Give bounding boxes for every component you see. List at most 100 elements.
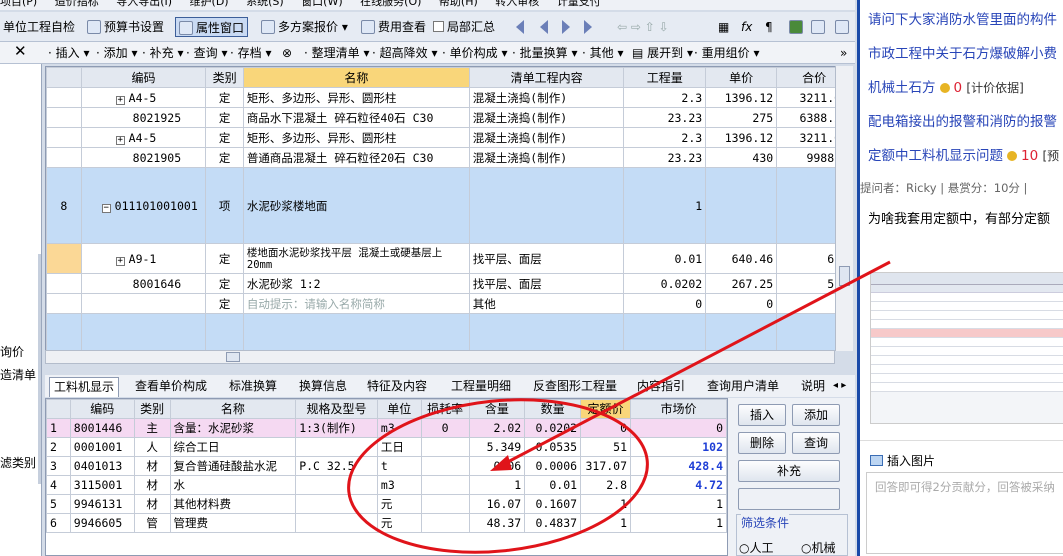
amount-cell[interactable]: 48.37	[468, 513, 526, 533]
resource-row[interactable]: 2 0001001 人综合工日 工日 5.349 0.0535 51 102	[46, 437, 727, 457]
price-cell[interactable]: 1396.12	[705, 87, 778, 108]
type-cell[interactable]: 项	[205, 167, 244, 244]
bill-row[interactable]: + A4-5 定矩形、多边形、异形、圆形柱 混凝土浇捣(制作) 2.3 1396.12 32…	[46, 127, 852, 148]
name-cell[interactable]: 矩形、多边形、异形、圆形柱	[242, 127, 470, 148]
qty-cell[interactable]: 0.01	[524, 475, 582, 495]
paragraph-icon[interactable]: ¶	[762, 17, 776, 37]
loss-cell[interactable]: 0	[420, 418, 470, 438]
menu-audit[interactable]: 转入审核	[495, 0, 539, 8]
loss-cell[interactable]	[420, 437, 470, 457]
spec-cell[interactable]: P.C 32.5	[295, 456, 378, 476]
prev-icon[interactable]	[540, 20, 548, 34]
supplement-button[interactable]: 补充	[738, 460, 840, 482]
qty-cell[interactable]: 0.01	[623, 243, 707, 274]
name-cell[interactable]: 水泥砂浆楼地面	[242, 167, 470, 244]
last-icon[interactable]	[584, 20, 592, 34]
unit-cell[interactable]: t	[376, 456, 422, 476]
question-link-2[interactable]: 市政工程中关于石方爆破解小费	[868, 42, 1057, 62]
unit-cell[interactable]: 工日	[376, 437, 422, 457]
col-spec[interactable]: 规格及型号	[295, 399, 378, 419]
col-code[interactable]: 编码	[69, 399, 135, 419]
menu-cost-index[interactable]: 造价指标	[55, 0, 99, 8]
question-link-5[interactable]: 定额中工料机显示问题	[868, 148, 1003, 164]
bill-vertical-scrollbar[interactable]	[835, 66, 853, 351]
qty-cell[interactable]: 0.0535	[524, 437, 582, 457]
code-cell[interactable]: + A4-5	[80, 127, 207, 148]
menu-payment[interactable]: 计量支付	[557, 0, 601, 8]
collapse-icon[interactable]: −	[101, 203, 111, 213]
qty-cell[interactable]: 2.3	[623, 127, 707, 148]
row-number[interactable]: 8	[46, 167, 82, 244]
col-loss-rate[interactable]: 损耗率	[420, 399, 470, 419]
batch-convert-menu[interactable]: · 批量换算 ▾	[512, 45, 578, 61]
qty-cell[interactable]: 2.3	[623, 87, 707, 108]
col-code[interactable]: 编码	[80, 67, 207, 88]
price-cell[interactable]: 275	[705, 107, 778, 128]
name-cell[interactable]: 含量：水泥砂浆	[169, 418, 297, 438]
answer-editor[interactable]: 回答即可得2分贡献分，回答被采纳	[866, 472, 1063, 554]
menu-online[interactable]: 在线服务(O)	[360, 0, 421, 8]
col-qty[interactable]: 工程量	[623, 67, 707, 88]
col-type[interactable]: 类别	[133, 399, 171, 419]
close-icon[interactable]: ✕	[14, 43, 27, 59]
tab-reverse-lookup[interactable]: 反查图形工程量	[529, 377, 621, 397]
col-price[interactable]: 单价	[705, 67, 778, 88]
bill-row[interactable]: + A4-5 定矩形、多边形、异形、圆形柱 混凝土浇捣(制作) 2.3 1396.12 32…	[46, 87, 852, 108]
qty-cell[interactable]: 0.0202	[524, 418, 582, 438]
delete-button[interactable]: 删除	[738, 432, 786, 454]
market-cell[interactable]: 0	[630, 418, 727, 438]
supplement-menu[interactable]: · 补充 ▾	[142, 45, 184, 61]
cube-icon[interactable]	[786, 17, 809, 37]
height-reduction-menu[interactable]: · 超高降效 ▾	[372, 45, 438, 61]
amount-cell[interactable]: 2.02	[468, 418, 526, 438]
next-icon[interactable]	[562, 20, 570, 34]
unit-cell[interactable]: m3	[376, 475, 422, 495]
tab-content-guide[interactable]: 内容指引	[633, 377, 689, 397]
content-cell[interactable]: 其他	[468, 293, 625, 314]
query-menu[interactable]: · 查询 ▾	[186, 45, 228, 61]
other-menu[interactable]: · 其他 ▾	[582, 45, 624, 61]
expand-icon[interactable]: +	[115, 256, 125, 266]
bill-row[interactable]: 8−011101001001 项水泥砂浆楼地面 1	[46, 167, 852, 244]
insert-menu[interactable]: · 插入 ▾	[48, 45, 90, 61]
code-cell[interactable]: 8001646	[80, 273, 207, 294]
tab-quantity-detail[interactable]: 工程量明细	[447, 377, 515, 397]
price-cell[interactable]: 640.46	[705, 243, 778, 274]
spec-cell[interactable]	[295, 437, 378, 457]
name-cell[interactable]: 水泥砂浆 1:2	[242, 273, 470, 294]
col-amount[interactable]: 含量	[468, 399, 526, 419]
resource-row[interactable]: 1 8001446 主含量：水泥砂浆 1:3(制作) m3 0 2.02 0.0202 0 0	[46, 418, 727, 438]
labor-radio[interactable]: ○人工	[739, 539, 774, 556]
bill-row[interactable]: + A9-1 定楼地面水泥砂浆找平层 混凝土或硬基层上 20mm 找平层、面层 0.01…	[46, 243, 852, 274]
name-cell[interactable]: 水	[169, 475, 297, 495]
price-cell[interactable]: 0	[580, 418, 632, 438]
menu-window[interactable]: 窗口(W)	[301, 0, 342, 8]
price-cell[interactable]: 267.25	[705, 273, 778, 294]
reuse-pricing-menu[interactable]: · 重用组价 ▾	[694, 45, 760, 61]
hscroll-thumb[interactable]	[226, 352, 240, 362]
content-cell[interactable]: 混凝土浇捣(制作)	[468, 147, 625, 168]
type-cell[interactable]: 定	[205, 87, 244, 108]
blank-button[interactable]	[738, 488, 840, 510]
price-cell[interactable]: 317.07	[580, 456, 632, 476]
self-check-button[interactable]: 单位工程自检	[0, 17, 78, 37]
organize-list-menu[interactable]: · 整理清单 ▾	[304, 45, 370, 61]
bill-row[interactable]: 定自动提示：请输入名称简称其他000	[46, 293, 852, 314]
price-cell[interactable]: 1396.12	[705, 127, 778, 148]
col-type[interactable]: 类别	[205, 67, 244, 88]
amount-cell[interactable]: 16.07	[468, 494, 526, 514]
code-cell[interactable]: 3115001	[69, 475, 135, 495]
type-cell[interactable]: 定	[205, 293, 244, 314]
question-link-4[interactable]: 配电箱接出的报警和消防的报警	[868, 110, 1057, 130]
price-cell[interactable]: 1	[580, 494, 632, 514]
name-cell[interactable]: 矩形、多边形、异形、圆形柱	[242, 87, 470, 108]
type-cell[interactable]: 定	[205, 107, 244, 128]
amount-cell[interactable]: 1	[468, 475, 526, 495]
bill-row[interactable]: 8021905 定普通商品混凝土 碎石粒径20石 C30 混凝土浇捣(制作) 23.2…	[46, 147, 852, 168]
type-cell[interactable]: 材	[133, 494, 171, 514]
type-cell[interactable]: 定	[205, 147, 244, 168]
col-quota-price[interactable]: 定额价	[580, 399, 632, 419]
menu-import-export[interactable]: 导入导出(I)	[116, 0, 172, 8]
resource-row[interactable]: 3 0401013 材复合普通硅酸盐水泥 P.C 32.5 t 0.06 0.0006 317…	[46, 456, 727, 476]
calculator-icon[interactable]: ▦	[715, 17, 732, 37]
